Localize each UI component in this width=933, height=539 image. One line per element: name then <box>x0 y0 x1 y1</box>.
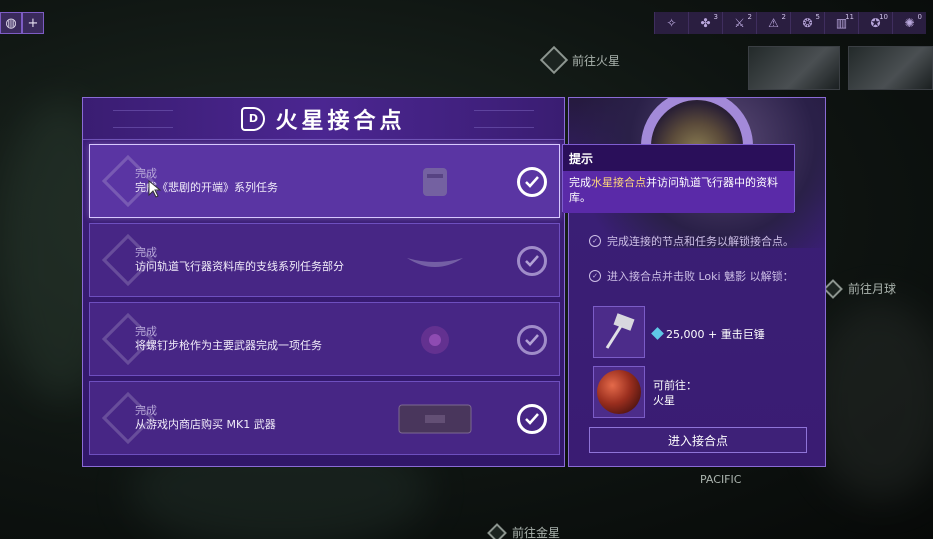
map-label-pacific: PACIFIC <box>700 473 741 486</box>
node-icon <box>823 278 843 299</box>
reward-label: 25,000 + 重击巨锤 <box>651 326 765 342</box>
check-icon <box>517 167 547 197</box>
junction-logo-icon: D <box>241 106 266 131</box>
task-description: 将螺钉步枪作为主要武器完成一项任务 <box>135 339 322 352</box>
stat-count: 0 <box>917 13 922 21</box>
task-row[interactable]: 完成 访问轨道飞行器资料库的支线系列任务部分 <box>89 223 560 297</box>
globe-icon: ◍ <box>5 15 17 31</box>
chest-armor-icon <box>390 157 480 207</box>
stat-count: 2 <box>747 13 752 21</box>
requirement-item: ✓ 进入接合点并击败 Loki 魅影 以解锁： <box>589 269 809 284</box>
check-icon <box>517 325 547 355</box>
stat-spiral[interactable]: ❂ 5 <box>790 12 824 34</box>
pacific-label: PACIFIC <box>700 473 742 486</box>
map-node-moon[interactable]: 前往月球 <box>823 278 897 299</box>
stat-count: 2 <box>781 13 786 21</box>
reward-text: 25,000 + 重击巨锤 <box>666 328 765 341</box>
boss-portrait[interactable] <box>848 46 933 90</box>
emblem-icon <box>390 315 480 365</box>
task-description: 从游戏内商店购买 MK1 武器 <box>135 418 276 431</box>
destination-value: 火星 <box>653 394 675 407</box>
stat-count: 10 <box>879 13 888 21</box>
destination-planet-box[interactable] <box>593 366 645 418</box>
header-decoration <box>474 110 534 128</box>
background-foliage <box>810 300 933 500</box>
reward-hammer-box[interactable] <box>593 306 645 358</box>
header-decoration <box>113 110 173 128</box>
tooltip: 提示 完成水星接合点并访问轨道飞行器中的资料库。 <box>562 144 795 213</box>
mars-planet-icon <box>597 370 641 414</box>
requirement-text: 进入接合点并击败 Loki 魅影 以解锁： <box>607 270 794 283</box>
stat-count: 11 <box>845 13 854 21</box>
check-circle-icon: ✓ <box>589 270 601 282</box>
check-icon <box>517 246 547 276</box>
enter-junction-button[interactable]: 进入接合点 <box>589 427 807 453</box>
warning-icon: ⚠ <box>768 16 779 30</box>
map-node-venus[interactable]: 前往金星 <box>487 522 561 539</box>
task-status: 完成 <box>135 325 157 338</box>
panel-title: 火星接合点 <box>275 108 406 134</box>
stat-warframe[interactable]: ✧ <box>654 12 688 34</box>
task-status: 完成 <box>135 167 157 180</box>
swords-icon: ⚔ <box>734 16 745 30</box>
task-row[interactable]: 完成 将螺钉步枪作为主要武器完成一项任务 <box>89 302 560 376</box>
stat-swords[interactable]: ⚔ 2 <box>722 12 756 34</box>
task-row[interactable]: 完成 从游戏内商店购买 MK1 武器 <box>89 381 560 455</box>
tooltip-highlight: 水星接合点 <box>591 176 646 189</box>
stat-star[interactable]: ✪ 10 <box>858 12 892 34</box>
task-status: 完成 <box>135 246 157 259</box>
requirement-text: 完成连接的节点和任务以解锁接合点。 <box>607 235 794 248</box>
credits-icon <box>651 327 664 340</box>
check-icon <box>517 404 547 434</box>
weapon-case-icon <box>390 394 480 444</box>
destination-label: 可前往： <box>653 379 697 392</box>
node-label: 前往火星 <box>572 53 621 68</box>
stat-warning[interactable]: ⚠ 2 <box>756 12 790 34</box>
stat-count: 3 <box>713 13 718 21</box>
hammer-icon <box>605 313 635 349</box>
map-node-mars[interactable]: 前往火星 <box>539 45 621 75</box>
requirement-item: ✓ 完成连接的节点和任务以解锁接合点。 <box>589 234 809 249</box>
stat-cluster[interactable]: ✺ 0 <box>892 12 926 34</box>
node-icon <box>487 522 507 539</box>
stat-count: 5 <box>815 13 820 21</box>
tooltip-prefix: 完成 <box>569 176 591 189</box>
mouse-cursor-icon <box>148 180 162 198</box>
flower-icon: ✤ <box>700 16 711 30</box>
task-status: 完成 <box>135 404 157 417</box>
top-stats-bar: ✧ ✤ 3 ⚔ 2 ⚠ 2 ❂ 5 ▥ 11 ✪ 10 ✺ 0 <box>654 12 926 34</box>
panel-header: D 火星接合点 <box>83 98 564 140</box>
tooltip-title: 提示 <box>569 152 594 166</box>
plus-icon: + <box>27 15 39 31</box>
node-label: 前往金星 <box>512 526 561 539</box>
spiral-icon: ❂ <box>802 16 813 30</box>
task-description: 完成《悲剧的开端》系列任务 <box>135 181 278 194</box>
stat-flower[interactable]: ✤ 3 <box>688 12 722 34</box>
warframe-icon: ✧ <box>666 16 677 30</box>
node-icon <box>539 45 569 75</box>
add-button[interactable]: + <box>22 12 44 34</box>
globe-button[interactable]: ◍ <box>0 12 22 34</box>
stat-bars[interactable]: ▥ 11 <box>824 12 858 34</box>
check-circle-icon: ✓ <box>589 235 601 247</box>
junction-panel: D 火星接合点 完成 完成《悲剧的开端》系列任务 完成 访问轨道飞行器资料库的支… <box>82 97 565 467</box>
node-label: 前往月球 <box>848 282 897 296</box>
tooltip-body: 完成水星接合点并访问轨道飞行器中的资料库。 <box>563 171 794 213</box>
task-description: 访问轨道飞行器资料库的支线系列任务部分 <box>135 260 344 273</box>
cluster-icon: ✺ <box>904 16 915 30</box>
boss-portrait[interactable] <box>748 46 840 90</box>
syandana-icon <box>390 236 480 286</box>
